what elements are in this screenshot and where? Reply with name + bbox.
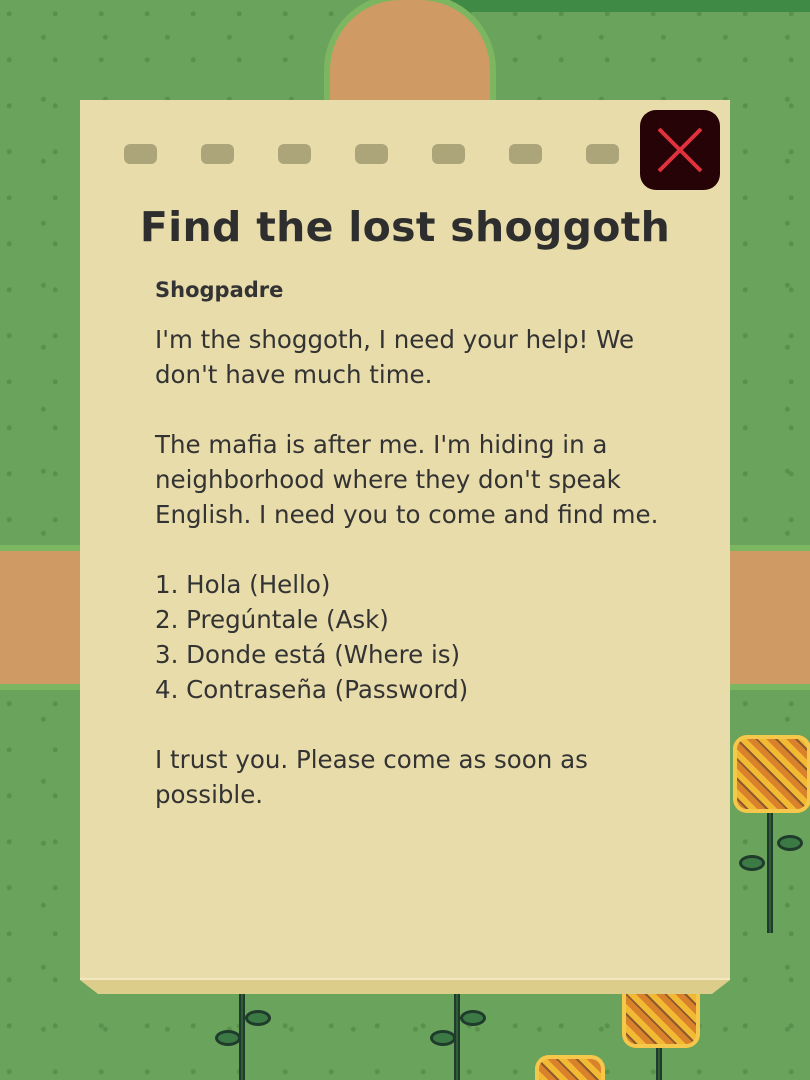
- close-button[interactable]: [640, 110, 720, 190]
- binding-hole: [355, 144, 388, 164]
- dirt-path-right: [720, 545, 810, 690]
- binding-hole: [586, 144, 619, 164]
- binding-hole: [201, 144, 234, 164]
- binding-hole: [432, 144, 465, 164]
- message-body: I'm the shoggoth, I need your help! We d…: [155, 325, 659, 809]
- hedge-strip: [445, 0, 810, 12]
- dialog-title: Find the lost shoggoth: [139, 203, 671, 251]
- binding-hole: [509, 144, 542, 164]
- notepad-binding-holes: [124, 144, 619, 164]
- binding-hole: [278, 144, 311, 164]
- sender-name: Shogpadre: [155, 278, 284, 302]
- notepad-bottom-edge: [80, 980, 730, 994]
- dirt-path-top: [330, 0, 490, 118]
- close-x-icon: [657, 127, 703, 173]
- quest-dialog: Find the lost shoggoth Shogpadre I'm the…: [80, 100, 730, 980]
- binding-hole: [124, 144, 157, 164]
- dirt-path-left: [0, 545, 90, 690]
